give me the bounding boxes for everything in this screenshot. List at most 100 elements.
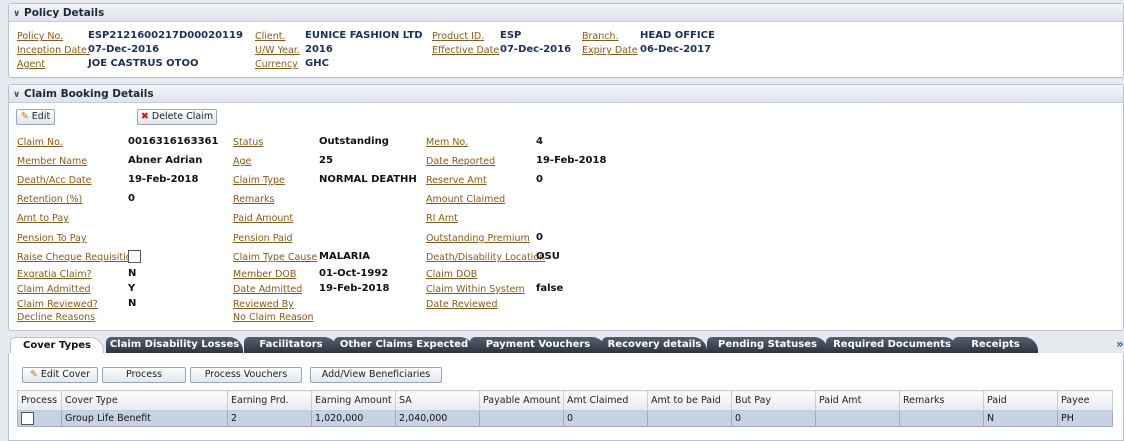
tab-overflow-icon[interactable]: »: [1116, 337, 1124, 351]
column-header-payable-amount[interactable]: Payable Amount: [479, 390, 564, 411]
claim-type-cause-label[interactable]: Claim Type Cause: [233, 252, 317, 263]
process-button[interactable]: Process: [102, 367, 186, 383]
age-label[interactable]: Age: [233, 156, 251, 167]
outstanding-premium-label[interactable]: Outstanding Premium: [426, 233, 530, 244]
product-id-label[interactable]: Product ID.: [432, 31, 484, 42]
column-header-payee[interactable]: Payee: [1057, 390, 1113, 411]
column-header-paid[interactable]: Paid: [983, 390, 1058, 411]
status-value: Outstanding: [319, 136, 389, 147]
claim-type-cause-value: MALARIA: [319, 251, 370, 262]
mem-no-value: 4: [536, 136, 543, 147]
tab-claim-disability-losses[interactable]: Claim Disability Losses: [106, 337, 243, 353]
claim-reviewed-label[interactable]: Claim Reviewed?: [17, 299, 98, 310]
claim-type-value: NORMAL DEATHH: [319, 174, 417, 185]
tab-cover-types[interactable]: Cover Types: [10, 337, 104, 353]
death-acc-date-label[interactable]: Death/Acc Date: [17, 175, 91, 186]
client-label[interactable]: Client.: [255, 31, 286, 42]
column-header-amt-to-be-paid[interactable]: Amt to be Paid: [647, 390, 732, 411]
currency-label[interactable]: Currency: [255, 59, 298, 70]
tab-facilitators[interactable]: Facilitators: [244, 337, 338, 353]
column-header-process[interactable]: Process: [17, 390, 62, 411]
collapse-chevron-icon[interactable]: ∨: [13, 5, 24, 23]
remarks-label[interactable]: Remarks: [233, 194, 274, 205]
member-name-value: Abner Adrian: [128, 155, 203, 166]
agent-label[interactable]: Agent: [17, 59, 45, 70]
claim-within-system-label[interactable]: Claim Within System: [426, 284, 525, 295]
effective-date-label[interactable]: Effective Date: [432, 45, 499, 56]
policy-details-title: Policy Details: [24, 7, 105, 19]
pencil-icon: ✎: [20, 111, 29, 122]
tab-other-claims-expected[interactable]: Other Claims Expected: [334, 337, 474, 353]
table-cell: 1,020,000: [311, 410, 396, 427]
process-checkbox[interactable]: [21, 412, 34, 425]
inception-date-label[interactable]: Inception Date.: [17, 45, 90, 56]
collapse-chevron-icon[interactable]: ∨: [13, 86, 24, 104]
pension-paid-label[interactable]: Pension Paid: [233, 233, 293, 244]
expiry-date-label[interactable]: Expiry Date: [582, 45, 638, 56]
policy-no-label[interactable]: Policy No.: [17, 31, 63, 42]
amt-to-pay-label[interactable]: Amt to Pay: [17, 213, 69, 224]
date-reported-value: 19-Feb-2018: [536, 155, 607, 166]
member-dob-label[interactable]: Member DOB: [233, 269, 296, 280]
process-button-label: Process: [125, 369, 163, 380]
exgratia-claim-label[interactable]: Exgratia Claim?: [17, 269, 92, 280]
mem-no-label[interactable]: Mem No.: [426, 137, 468, 148]
tab-recovery-details[interactable]: Recovery details: [602, 337, 707, 353]
amount-claimed-label[interactable]: Amount Claimed: [426, 194, 505, 205]
tab-pending-statuses[interactable]: Pending Statuses: [707, 337, 828, 353]
member-dob-value: 01-Oct-1992: [319, 268, 389, 279]
claim-dob-label[interactable]: Claim DOB: [426, 269, 477, 280]
age-value: 25: [319, 155, 333, 166]
tab-required-documents[interactable]: Required Documents: [826, 337, 958, 353]
death-disability-location-value: OSU: [536, 251, 560, 262]
edit-cover-button[interactable]: ✎ Edit Cover: [22, 367, 98, 383]
currency-value: GHC: [305, 58, 329, 69]
process-vouchers-button[interactable]: Process Vouchers: [190, 367, 302, 383]
paid-amount-label[interactable]: Paid Amount: [233, 213, 293, 224]
reserve-amt-label[interactable]: Reserve Amt: [426, 175, 487, 186]
date-reviewed-label[interactable]: Date Reviewed: [426, 299, 498, 310]
decline-reasons-label[interactable]: Decline Reasons: [17, 312, 95, 323]
table-cell: [479, 410, 564, 427]
pension-to-pay-label[interactable]: Pension To Pay: [17, 233, 86, 244]
add-view-beneficiaries-button-label: Add/View Beneficiaries: [321, 369, 431, 380]
no-claim-reason-label[interactable]: No Claim Reason: [233, 312, 314, 323]
policy-no-value: ESP2121600217D00020119: [88, 30, 243, 41]
add-view-beneficiaries-button[interactable]: Add/View Beneficiaries: [310, 367, 442, 383]
reviewed-by-label[interactable]: Reviewed By: [233, 299, 294, 310]
column-header-earning-amount[interactable]: Earning Amount: [311, 390, 396, 411]
raise-cheque-requisition-label[interactable]: Raise Cheque Requisition: [17, 252, 138, 263]
table-row[interactable]: Group Life Benefit 2 1,020,000 2,040,000 0 0 N…: [17, 410, 1113, 427]
delete-icon: ✖: [140, 111, 149, 122]
uw-year-label[interactable]: U/W Year.: [255, 45, 300, 56]
policy-details-header[interactable]: ∨ Policy Details: [9, 4, 1123, 22]
date-admitted-label[interactable]: Date Admitted: [233, 284, 302, 295]
branch-label[interactable]: Branch.: [582, 31, 619, 42]
column-header-paid-amt[interactable]: Paid Amt: [815, 390, 900, 411]
claim-type-label[interactable]: Claim Type: [233, 175, 285, 186]
table-cell: [17, 410, 62, 427]
exgratia-claim-value: N: [128, 268, 137, 279]
column-header-earning-prd[interactable]: Earning Prd.: [227, 390, 312, 411]
date-reported-label[interactable]: Date Reported: [426, 156, 495, 167]
edit-button[interactable]: ✎ Edit: [16, 109, 55, 125]
tab-receipts[interactable]: Receipts: [953, 337, 1038, 353]
column-header-remarks[interactable]: Remarks: [899, 390, 984, 411]
delete-claim-button[interactable]: ✖ Delete Claim: [137, 109, 217, 125]
edit-button-label: Edit: [31, 111, 51, 122]
table-cell: [647, 410, 732, 427]
column-header-sa[interactable]: SA: [395, 390, 480, 411]
column-header-amt-claimed[interactable]: Amt Claimed: [563, 390, 648, 411]
claim-booking-header[interactable]: ∨ Claim Booking Details: [9, 85, 1123, 103]
status-label[interactable]: Status: [233, 137, 263, 148]
claim-no-label[interactable]: Claim No.: [17, 137, 63, 148]
raise-cheque-checkbox[interactable]: [128, 250, 141, 263]
death-disability-location-label[interactable]: Death/Disability Location: [426, 252, 545, 263]
column-header-but-pay[interactable]: But Pay: [731, 390, 816, 411]
claim-admitted-label[interactable]: Claim Admitted: [17, 284, 91, 295]
column-header-cover-type[interactable]: Cover Type: [61, 390, 228, 411]
retention-label[interactable]: Retention (%): [17, 194, 82, 205]
tab-payment-vouchers[interactable]: Payment Vouchers: [470, 337, 606, 353]
ri-amt-label[interactable]: RI Amt: [426, 213, 458, 224]
member-name-label[interactable]: Member Name: [17, 156, 87, 167]
